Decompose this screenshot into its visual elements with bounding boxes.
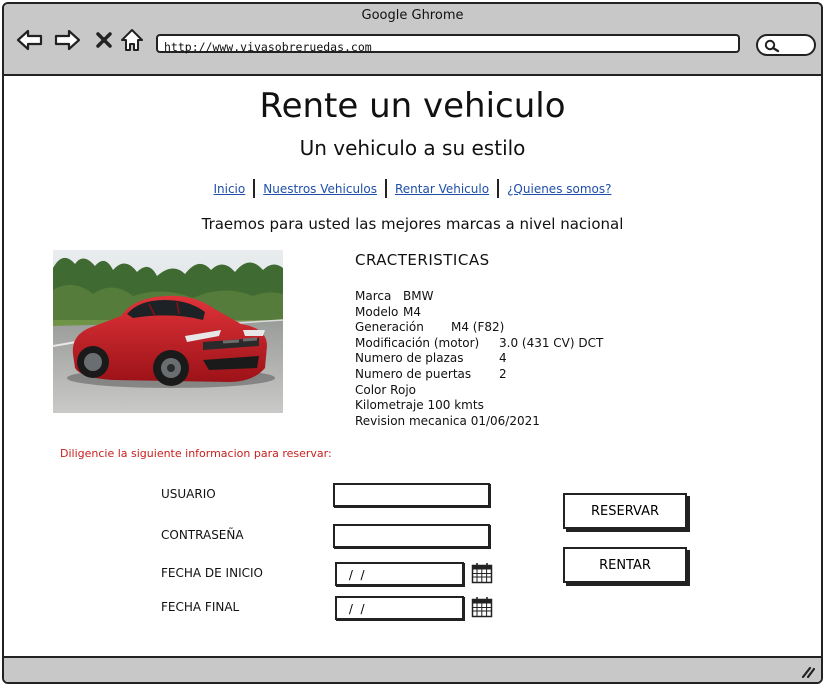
spec-row: Modificación (motor) 3.0 (431 CV) DCT: [355, 335, 604, 350]
car-photo: [53, 250, 283, 413]
page-subtitle: Un vehiculo a su estilo: [299, 136, 526, 160]
form-instruction: Diligencie la siguiente informacion para…: [60, 447, 332, 460]
spec-row: Numero de plazas 4: [355, 351, 507, 366]
rent-button[interactable]: RENTAR: [563, 547, 687, 583]
window-title: Google Ghrome: [361, 8, 464, 23]
spec-row: Revision mecanica 01/06/2021: [355, 413, 540, 428]
nav-link-nuestros-vehiculos[interactable]: Nuestros Vehiculos: [255, 182, 385, 196]
end-date-label: FECHA FINAL: [161, 600, 240, 614]
search-icon: [764, 39, 780, 53]
url-input[interactable]: [158, 39, 738, 55]
specs-list: Marca BMW Modelo M4 Generación M4 (F82) Mod…: [355, 289, 603, 429]
password-field[interactable]: [333, 524, 490, 548]
browser-status-bar: [4, 656, 821, 682]
nav-link-rentar-vehiculo[interactable]: Rentar Vehiculo: [387, 182, 497, 196]
browser-window: Google Ghrome Rente un vehiculo Un vehic…: [2, 2, 823, 684]
tagline: Traemos para usted las mejores marcas a …: [201, 215, 624, 233]
page-title: Rente un vehiculo: [259, 86, 566, 126]
start-date-field[interactable]: [335, 562, 464, 586]
end-date-field[interactable]: [335, 596, 464, 620]
calendar-icon[interactable]: [471, 562, 493, 584]
password-label: CONTRASEÑA: [161, 528, 244, 542]
spec-row: Numero de puertas 2: [355, 366, 507, 381]
resize-grip-icon[interactable]: [801, 666, 815, 678]
usuario-label: USUARIO: [161, 487, 216, 501]
browser-search-box[interactable]: [756, 34, 816, 56]
calendar-icon[interactable]: [471, 596, 493, 618]
usuario-input[interactable]: [335, 486, 488, 506]
spec-row: Modelo M4: [355, 304, 421, 319]
forward-arrow-icon[interactable]: [53, 26, 81, 54]
spec-row: Marca BMW: [355, 289, 434, 303]
reserve-button[interactable]: RESERVAR: [563, 493, 687, 529]
page-content: Rente un vehiculo Un vehiculo a su estil…: [4, 76, 821, 662]
nav-link-inicio[interactable]: Inicio: [205, 182, 253, 196]
main-nav: Inicio Nuestros Vehiculos Rentar Vehicul…: [4, 179, 821, 198]
spec-row: Kilometraje 100 kmts: [355, 398, 484, 413]
start-date-label: FECHA DE INICIO: [161, 566, 263, 580]
browser-toolbar: Google Ghrome: [4, 4, 821, 76]
usuario-field[interactable]: [333, 483, 490, 507]
back-arrow-icon[interactable]: [16, 26, 44, 54]
home-icon[interactable]: [118, 26, 146, 54]
spec-row: Generación M4 (F82): [355, 320, 505, 335]
password-input[interactable]: [335, 527, 488, 547]
end-date-input[interactable]: [337, 599, 462, 619]
address-bar[interactable]: [156, 34, 740, 55]
start-date-input[interactable]: [337, 565, 462, 585]
nav-link-quienes-somos[interactable]: ¿Quienes somos?: [499, 182, 619, 196]
close-x-icon[interactable]: [90, 26, 118, 54]
specs-heading: CRACTERISTICAS: [355, 251, 490, 269]
spec-row: Color Rojo: [355, 382, 416, 397]
